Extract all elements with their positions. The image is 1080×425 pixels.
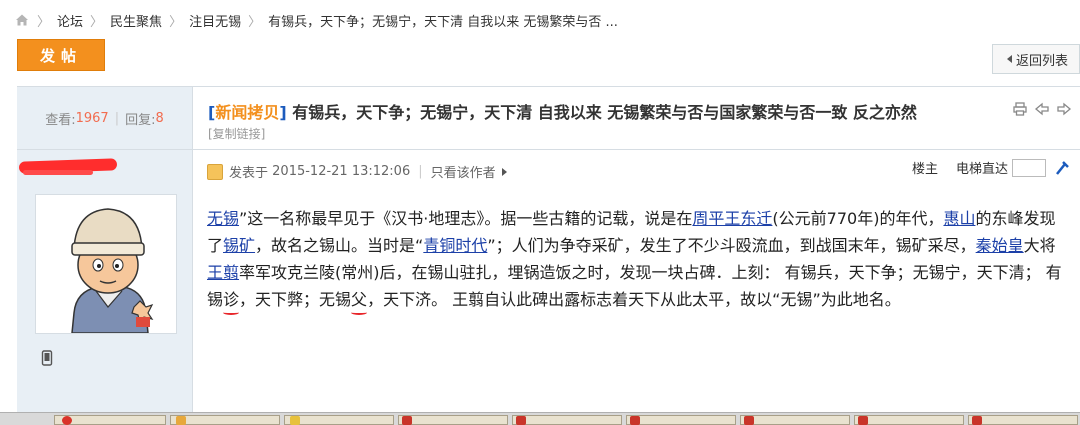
content-text: (公元前770年)的年代， <box>772 209 944 228</box>
link-zhouping[interactable]: 周平王东迁 <box>692 209 772 228</box>
replies-count: 8 <box>155 110 164 126</box>
only-author-link[interactable]: 只看该作者 <box>431 162 496 181</box>
content-text: ，天下济。 王翦自认此碑出露标志着天下从此太平，故以“无锡”为此地名。 <box>367 290 901 309</box>
views-count: 1967 <box>75 110 109 126</box>
posted-time: 2015-12-21 13:12:06 <box>272 164 411 179</box>
posted-prefix: 发表于 <box>229 166 269 181</box>
link-tin-mine[interactable]: 锡矿 <box>223 236 255 255</box>
next-thread-icon[interactable] <box>1056 101 1072 117</box>
avatar[interactable] <box>35 194 177 334</box>
redacted-username-stroke <box>23 170 93 175</box>
breadcrumb-separator: 〉 <box>37 14 51 30</box>
thread-title-text: 有锡兵，天下争；无锡宁，天下清 自我以来 无锡繁荣与否与国家繁荣与否一致 反之亦… <box>292 103 917 122</box>
content-text: ”这一名称最早见于《汉书·地理志》。据一些古籍的记载，说是在 <box>239 209 693 228</box>
link-wangjian[interactable]: 王翦 <box>207 263 239 282</box>
breadcrumb: 〉 论坛 〉 民生聚焦 〉 注目无锡 〉 有锡兵，天下争；无锡宁，天下清 自我以… <box>14 9 618 31</box>
link-huishan[interactable]: 惠山 <box>943 209 975 228</box>
content-text: ，天下弊；无锡 <box>239 290 352 309</box>
back-arrow-icon <box>1007 55 1012 63</box>
content-text: 大将 <box>1023 236 1056 255</box>
breadcrumb-section[interactable]: 民生聚焦 <box>110 11 162 30</box>
online-status-icon <box>207 163 223 180</box>
link-bronze-age[interactable]: 青铜时代 <box>423 236 487 255</box>
mobile-phone-icon <box>41 350 53 366</box>
annotated-char: 诊 <box>223 290 240 309</box>
annotated-char: 父 <box>351 290 368 309</box>
floor-nav: 楼主 电梯直达 <box>912 158 1070 177</box>
previous-thread-icon[interactable] <box>1034 101 1050 117</box>
post-content: 无锡”这一名称最早见于《汉书·地理志》。据一些古籍的记载，说是在周平王东迁(公元… <box>207 205 1062 313</box>
thread-title: [新闻拷贝] 有锡兵，天下争；无锡宁，天下清 自我以来 无锡繁荣与否与国家繁荣与… <box>208 99 917 123</box>
new-post-button[interactable]: 发帖 <box>17 39 105 71</box>
thread-tag[interactable]: 新闻拷贝 <box>215 103 279 122</box>
breadcrumb-board[interactable]: 注目无锡 <box>189 11 241 30</box>
author-profile <box>17 150 193 425</box>
back-to-list-button[interactable]: 返回列表 <box>992 44 1080 74</box>
breadcrumb-separator: 〉 <box>90 14 104 30</box>
content-text: ”；人们为争夺采矿，发生了不少斗殴流血，到战国末年，锡矿采尽， <box>487 236 976 255</box>
meta-divider: | <box>418 164 423 179</box>
floor-label: 楼主 <box>911 162 938 177</box>
stats-divider: | <box>114 110 120 126</box>
breadcrumb-separator: 〉 <box>169 14 183 30</box>
thread-title-cell: [新闻拷贝] 有锡兵，天下争；无锡宁，天下清 自我以来 无锡繁荣与否与国家繁荣与… <box>193 87 1080 150</box>
play-arrow-icon <box>501 167 507 176</box>
content-text: ，故名之锡山。当时是“ <box>255 236 424 255</box>
taskbar <box>0 412 1080 425</box>
home-icon[interactable] <box>14 12 30 28</box>
views-label: 查看: <box>45 112 76 128</box>
print-icon[interactable] <box>1012 101 1028 117</box>
title-actions <box>1012 101 1072 117</box>
breadcrumb-forum[interactable]: 论坛 <box>57 11 83 30</box>
thread-table: 查看: 1967 | 回复: 8 [新闻拷贝] 有锡兵，天下争；无锡宁，天下清 … <box>17 86 1080 425</box>
copy-link[interactable]: [复制链接] <box>208 125 265 142</box>
replies-label: 回复: <box>125 112 156 128</box>
post-body: 发表于 2015-12-21 13:12:06 | 只看该作者 楼主 电梯直达 … <box>193 150 1080 425</box>
thread-stats: 查看: 1967 | 回复: 8 <box>17 87 193 150</box>
tag-bracket-close: ] <box>279 103 287 122</box>
breadcrumb-thread[interactable]: 有锡兵，天下争；无锡宁，天下清 自我以来 无锡繁荣与否 ... <box>268 11 618 30</box>
link-wuxi[interactable]: 无锡 <box>207 209 239 228</box>
link-qinshihuang[interactable]: 秦始皇 <box>976 236 1024 255</box>
floor-jump-input[interactable] <box>1012 158 1046 177</box>
elevator-label: 电梯直达 <box>955 162 1008 177</box>
jump-icon[interactable] <box>1054 160 1070 176</box>
back-to-list-label: 返回列表 <box>1016 53 1069 69</box>
post-meta: 发表于 2015-12-21 13:12:06 | 只看该作者 <box>207 162 507 181</box>
breadcrumb-separator: 〉 <box>248 14 262 30</box>
